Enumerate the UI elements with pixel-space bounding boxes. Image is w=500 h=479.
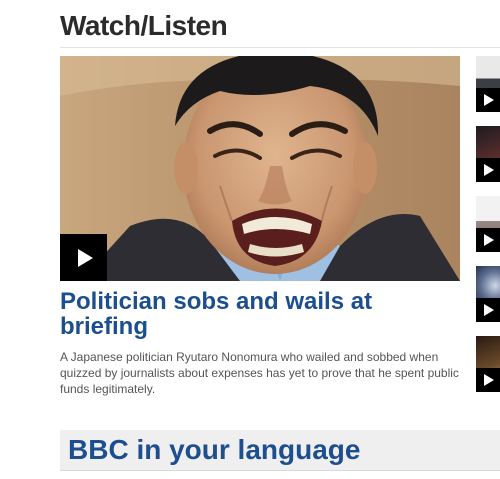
play-icon	[78, 248, 93, 267]
side-video-thumbnail-1[interactable]	[476, 56, 500, 112]
play-button[interactable]	[476, 228, 500, 252]
play-icon	[484, 374, 494, 386]
play-button[interactable]	[476, 88, 500, 112]
play-button[interactable]	[60, 234, 107, 281]
featured-video-thumbnail[interactable]	[60, 56, 460, 281]
section-title-watch-listen: Watch/Listen	[60, 10, 228, 41]
play-icon	[484, 94, 494, 106]
language-divider	[60, 470, 500, 471]
language-section-title-link[interactable]: BBC in your language	[68, 434, 360, 466]
side-video-thumbnail-4[interactable]	[476, 266, 500, 322]
side-video-thumbnail-5[interactable]	[476, 336, 500, 392]
play-button[interactable]	[476, 368, 500, 392]
play-button[interactable]	[476, 298, 500, 322]
play-icon	[484, 304, 494, 316]
play-icon	[484, 164, 494, 176]
play-button[interactable]	[476, 158, 500, 182]
play-icon	[484, 234, 494, 246]
featured-headline-link[interactable]: Politician sobs and wails at briefing	[60, 289, 460, 339]
featured-summary: A Japanese politician Ryutaro Nonomura w…	[60, 350, 459, 396]
section-divider	[60, 47, 500, 48]
side-video-thumbnail-2[interactable]	[476, 126, 500, 182]
language-section-header: BBC in your language	[60, 430, 500, 470]
side-video-thumbnail-3[interactable]	[476, 196, 500, 252]
featured-video-image	[60, 56, 460, 281]
